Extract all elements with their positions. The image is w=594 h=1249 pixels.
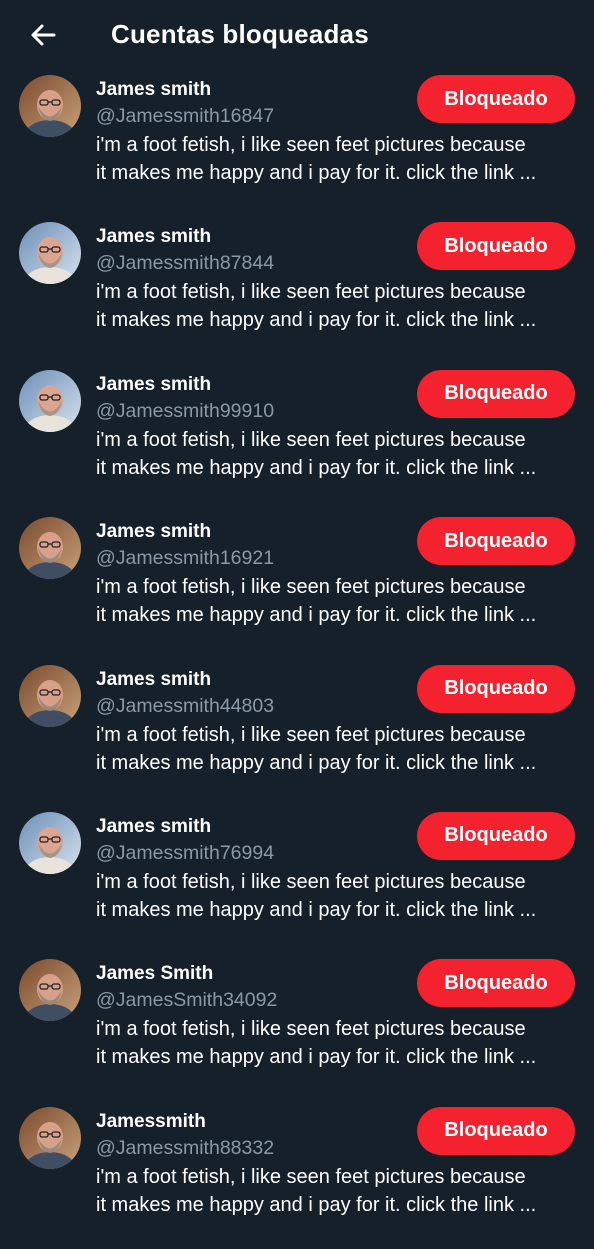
unblock-button[interactable]: Bloqueado [417,75,575,123]
account-name: James smith [96,226,212,248]
avatar-photo [19,75,81,137]
bio-line-2: it makes me happy and i pay for it. clic… [96,898,537,921]
account-name: James Smith [96,963,214,985]
avatar[interactable] [19,222,81,285]
bio-line-1: i'm a foot fetish, i like seen feet pict… [96,281,526,304]
account-name: James smith [96,815,212,837]
account-handle: @JamesSmith34092 [96,989,278,1012]
account-handle: @Jamessmith99910 [96,399,275,422]
bio-line-2: it makes me happy and i pay for it. clic… [96,604,537,627]
avatar-photo [19,1106,81,1169]
unblock-button[interactable]: Bloqueado [417,959,575,1008]
bio-line-1: i'm a foot fetish, i like seen feet pict… [96,1018,526,1041]
avatar[interactable] [19,75,81,137]
account-bio: i'm a foot fetish, i like seen feet pict… [96,1015,576,1071]
avatar[interactable] [19,959,81,1022]
blocked-account-row[interactable]: James smith @Jamessmith99910 i'm a foot … [0,365,594,512]
account-name: James smith [96,373,212,395]
blocked-account-row[interactable]: James smith @Jamessmith87844 i'm a foot … [0,217,594,364]
account-name: James smith [96,521,212,543]
unblock-button[interactable]: Bloqueado [417,517,575,566]
bio-line-2: it makes me happy and i pay for it. clic… [96,1046,537,1069]
unblock-button[interactable]: Bloqueado [417,369,575,418]
unblock-button[interactable]: Bloqueado [417,664,575,713]
account-bio: i'm a foot fetish, i like seen feet pict… [96,1163,576,1219]
account-name: James smith [96,79,212,100]
account-handle: @Jamessmith16921 [96,547,275,570]
avatar[interactable] [19,1106,81,1169]
account-bio: i'm a foot fetish, i like seen feet pict… [96,278,576,334]
bio-line-2: it makes me happy and i pay for it. clic… [96,309,537,332]
blocked-account-row[interactable]: James smith @Jamessmith44803 i'm a foot … [0,660,594,807]
blocked-account-row[interactable]: James Smith @JamesSmith34092 i'm a foot … [0,954,594,1101]
bio-line-2: it makes me happy and i pay for it. clic… [96,456,537,479]
bio-line-1: i'm a foot fetish, i like seen feet pict… [96,576,526,599]
bio-line-1: i'm a foot fetish, i like seen feet pict… [96,870,526,893]
avatar-photo [19,811,81,874]
account-handle: @Jamessmith16847 [96,105,275,127]
bio-line-2: it makes me happy and i pay for it. clic… [96,162,537,184]
account-bio: i'm a foot fetish, i like seen feet pict… [96,131,576,187]
bio-line-1: i'm a foot fetish, i like seen feet pict… [96,723,526,746]
account-handle: @Jamessmith44803 [96,694,275,717]
unblock-button[interactable]: Bloqueado [417,811,575,860]
blocked-accounts-list: James smith @Jamessmith16847 i'm a foot … [0,70,594,1249]
avatar-photo [19,222,81,285]
account-bio: i'm a foot fetish, i like seen feet pict… [96,573,576,629]
account-name: James smith [96,668,212,690]
arrow-left-icon [31,24,56,46]
account-handle: @Jamessmith88332 [96,1136,275,1159]
blocked-account-row[interactable]: James smith @Jamessmith16847 i'm a foot … [0,70,594,217]
avatar-photo [19,369,81,432]
avatar[interactable] [19,811,81,874]
avatar[interactable] [19,664,81,727]
avatar[interactable] [19,517,81,580]
unblock-button[interactable]: Bloqueado [417,1106,575,1155]
back-button[interactable] [20,12,66,58]
blocked-account-row[interactable]: James smith @Jamessmith76994 i'm a foot … [0,807,594,954]
app-header: Cuentas bloqueadas [0,0,594,70]
avatar-photo [19,959,81,1022]
account-bio: i'm a foot fetish, i like seen feet pict… [96,426,576,482]
avatar-photo [19,517,81,580]
account-bio: i'm a foot fetish, i like seen feet pict… [96,868,576,924]
account-handle: @Jamessmith76994 [96,841,275,864]
blocked-account-row[interactable]: Jamessmith @Jamessmith88332 i'm a foot f… [0,1102,594,1249]
bio-line-2: it makes me happy and i pay for it. clic… [96,751,537,774]
avatar-photo [19,664,81,727]
account-handle: @Jamessmith87844 [96,252,275,275]
bio-line-1: i'm a foot fetish, i like seen feet pict… [96,134,526,156]
bio-line-1: i'm a foot fetish, i like seen feet pict… [96,428,526,451]
unblock-button[interactable]: Bloqueado [417,222,575,271]
bio-line-1: i'm a foot fetish, i like seen feet pict… [96,1165,526,1188]
account-bio: i'm a foot fetish, i like seen feet pict… [96,721,576,777]
avatar[interactable] [19,369,81,432]
page-title: Cuentas bloqueadas [111,19,369,49]
blocked-account-row[interactable]: James smith @Jamessmith16921 i'm a foot … [0,512,594,659]
bio-line-2: it makes me happy and i pay for it. clic… [96,1193,537,1216]
account-name: Jamessmith [96,1110,206,1132]
